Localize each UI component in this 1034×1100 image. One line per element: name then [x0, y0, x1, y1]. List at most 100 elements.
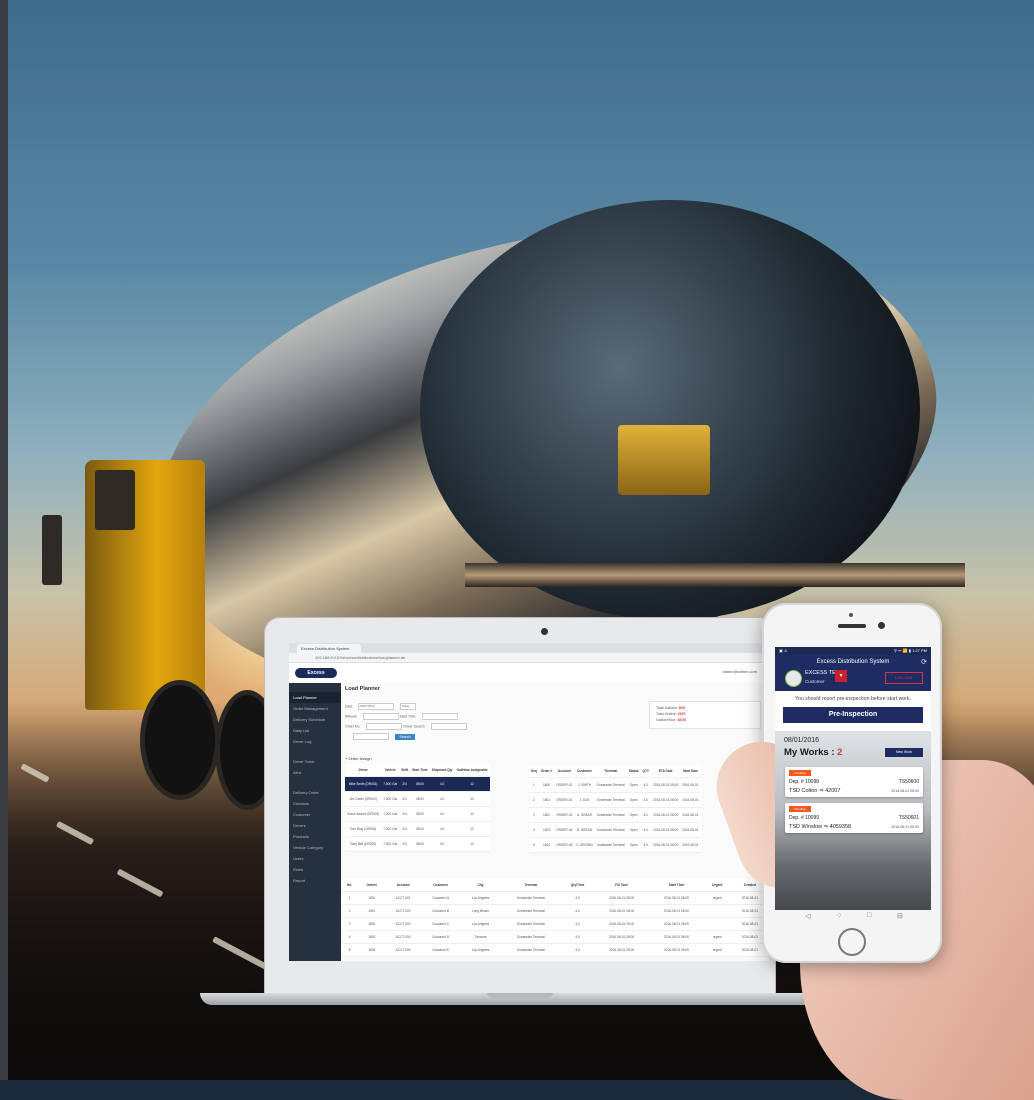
order-row[interactable]: 3 1802 ACCT-003 Customer C Los Angeles Oceans…: [341, 917, 769, 931]
search-button[interactable]: Search: [395, 733, 415, 740]
order-no-field[interactable]: [366, 723, 403, 730]
sidebar-item-vehicle-category[interactable]: Vehicle Category: [289, 842, 341, 853]
sidebar-item-customer[interactable]: Customer: [289, 809, 341, 820]
wheels-select[interactable]: [362, 713, 399, 720]
pre-inspection-button[interactable]: Pre-Inspection: [783, 707, 923, 723]
column-header[interactable]: Order #: [538, 765, 555, 778]
column-header[interactable]: Shift: [399, 764, 411, 777]
driver-row[interactable]: Jim Carter (DR002) 7,500 Gal 2/4 08:00 4.0 12: [345, 791, 490, 807]
today-button[interactable]: Today: [400, 703, 417, 710]
sidebar-item-order-management[interactable]: Order Management: [289, 703, 341, 714]
dropdown-icon[interactable]: ▾: [835, 670, 847, 682]
sidebar-item-drivers[interactable]: Drivers: [289, 820, 341, 831]
column-header[interactable]: Qty/Time: [561, 879, 595, 892]
new-work-button[interactable]: New Work: [885, 748, 923, 757]
column-header[interactable]: No.: [341, 879, 359, 892]
sequence-row[interactable]: 3 1802 ORDER-03 A. GRACE Oceanside Terminal O…: [529, 807, 701, 823]
driver-row[interactable]: Tom Bray (DR004) 7,500 Gal 2/4 08:00 4.0 12: [345, 821, 490, 837]
column-header[interactable]: Terminal: [500, 879, 562, 892]
table-cell: Open: [626, 807, 641, 823]
sidebar-item-products[interactable]: Products: [289, 831, 341, 842]
address-bar[interactable]: 192.168.0.XXX/excess/distributions/loadp…: [289, 653, 769, 663]
column-header[interactable]: Driver: [345, 764, 382, 777]
driver-search-field[interactable]: [430, 723, 467, 730]
table-cell: Customer C: [420, 917, 461, 931]
sidebar-item-driver-log[interactable]: Driver Log: [289, 736, 341, 747]
order-assign-label[interactable]: + Order Assign: [345, 756, 372, 761]
driver-row[interactable]: Gary Bell (DR005) 7,500 Gal 2/4 08:00 4.0 12: [345, 836, 490, 852]
sidebar-section: [289, 747, 341, 756]
sidebar-item-daily-list[interactable]: Daily List: [289, 725, 341, 736]
app-logo[interactable]: Excess: [295, 668, 337, 678]
column-header[interactable]: Start Time: [649, 879, 704, 892]
sidebar-item-delivery-order[interactable]: Delivery Order: [289, 787, 341, 798]
logout-button[interactable]: LOG OUT: [885, 672, 923, 684]
sequence-row[interactable]: 4 1803 ORDER-04 B. GREEN Oceanside Terminal O…: [529, 822, 701, 838]
sequence-row[interactable]: 1 1800 ORDER-01 J. SMITH Oceanside Terminal O…: [529, 777, 701, 793]
sidebar-item-load-planner[interactable]: Load Planner: [289, 692, 341, 703]
column-header[interactable]: Start Time: [410, 764, 430, 777]
refresh-icon[interactable]: ⟳: [921, 658, 927, 666]
column-header[interactable]: Status: [626, 765, 641, 778]
column-header[interactable]: QTY: [640, 765, 652, 778]
phone-app-title: Excess Distribution System: [816, 659, 890, 665]
sidebar-item-alert[interactable]: Alert: [289, 767, 341, 778]
date-field[interactable]: 2016-08-01: [358, 703, 395, 710]
table-cell: 1803: [358, 930, 386, 944]
column-header[interactable]: Customer: [574, 765, 595, 778]
start-time-select[interactable]: [421, 713, 458, 720]
table-cell: 08:00: [410, 791, 430, 807]
table-cell: Oceanside Terminal: [500, 904, 562, 918]
column-header[interactable]: City: [460, 879, 501, 892]
laptop-notch: [487, 993, 553, 998]
work-card[interactable]: Pending Dep. # 10098 TSD Colton ⇒ 42007 …: [785, 767, 923, 797]
column-header[interactable]: Start Date: [680, 765, 701, 778]
recents-icon[interactable]: □: [867, 912, 871, 919]
sequence-row[interactable]: 2 1801 ORDER-02 J. DOE Oceanside Terminal Ope…: [529, 792, 701, 808]
sequence-row[interactable]: 5 1804 ORDER-05 C. BROWN Oceanside Terminal O…: [529, 837, 701, 853]
column-header[interactable]: Shipment Qty: [429, 764, 455, 777]
table-cell: 2016-08-01: [680, 807, 701, 823]
column-header[interactable]: Order#: [358, 879, 386, 892]
order-row[interactable]: 5 1804 ACCT-005 Customer E Los Angeles Oceans…: [341, 943, 769, 957]
table-cell: Oceanside Terminal: [594, 822, 627, 838]
sidebar-item-users[interactable]: Users: [289, 853, 341, 864]
column-header[interactable]: Seq: [529, 765, 539, 778]
driver-row[interactable]: Mike Smith (DR001) 7,500 Gal 2/4 08:00 4.0 12: [345, 776, 490, 792]
phone-home-button[interactable]: [838, 928, 866, 956]
filter-select[interactable]: [353, 733, 389, 740]
table-cell: Oceanside Terminal: [500, 930, 562, 944]
back-icon[interactable]: ◁: [805, 912, 810, 920]
table-cell: 1801: [358, 904, 386, 918]
column-header[interactable]: Vehicle: [381, 764, 400, 777]
table-cell: ORDER-03: [554, 807, 575, 823]
sidebar-item-contacts[interactable]: Contacts: [289, 798, 341, 809]
table-cell: Oceanside Terminal: [594, 777, 627, 793]
sidebar-item-report[interactable]: Report: [289, 875, 341, 886]
table-cell: 2016-08-01: [680, 792, 701, 808]
work-card[interactable]: Pending Dep. # 10099 TSD Winslow ⇒ 40593…: [785, 803, 923, 833]
column-header[interactable]: Gal/Hour Assignable: [454, 764, 490, 777]
work-date: 08/01/2016: [784, 737, 820, 744]
order-row[interactable]: 4 1803 ACCT-004 Customer D Torrance Oceanside…: [341, 930, 769, 944]
sidebar-item-delivery-schedule[interactable]: Delivery Schedule: [289, 714, 341, 725]
home-icon[interactable]: ○: [837, 912, 841, 919]
order-row[interactable]: 1 1800 ACCT-001 Customer A Los Angeles Oceans…: [341, 891, 769, 905]
browser-tab[interactable]: Excess Distribution System: [297, 644, 361, 653]
column-header[interactable]: Customer: [420, 879, 461, 892]
table-cell: 2/4: [399, 821, 411, 837]
column-header[interactable]: Account: [385, 879, 421, 892]
sidebar-item-driver-track[interactable]: Driver Track: [289, 756, 341, 767]
table-cell: Los Angeles: [460, 943, 501, 957]
user-menu[interactable]: admin@admin.com: [722, 669, 757, 674]
phone-sensor: [849, 613, 853, 617]
order-row[interactable]: 2 1801 ACCT-002 Customer B Long Beach Oceansi…: [341, 904, 769, 918]
column-header[interactable]: Terminal: [594, 765, 627, 778]
column-header[interactable]: Fill Time: [594, 879, 649, 892]
driver-row[interactable]: Grace Adams (DR003) 7,500 Gal 2/4 08:00 4.0 1…: [345, 806, 490, 822]
column-header[interactable]: Account: [554, 765, 575, 778]
menu-icon[interactable]: ⊟: [897, 912, 903, 920]
column-header[interactable]: Urgent: [703, 879, 731, 892]
sidebar-item-roles[interactable]: Roles: [289, 864, 341, 875]
column-header[interactable]: ETA Date: [651, 765, 681, 778]
